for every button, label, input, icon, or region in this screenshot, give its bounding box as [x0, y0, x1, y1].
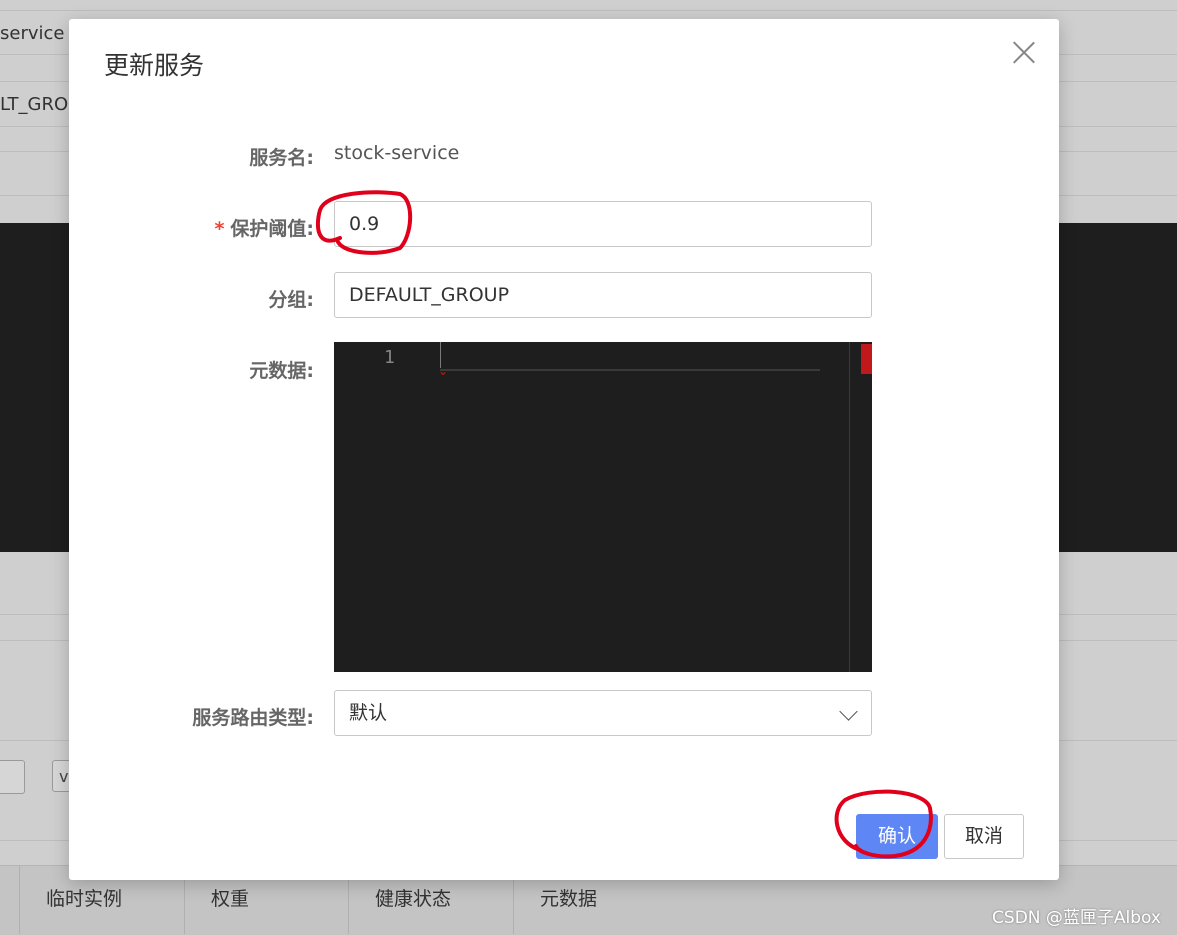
update-service-dialog: 更新服务 服务名: stock-service * 保护阈值: 0.9 分组: D…	[69, 19, 1059, 880]
dialog-title: 更新服务	[104, 51, 205, 80]
route-type-select[interactable]: 默认	[334, 690, 872, 736]
metadata-label: 元数据:	[249, 360, 314, 382]
bg-group-text: LT_GRO	[0, 94, 69, 115]
required-mark: *	[214, 218, 225, 240]
bg-input	[0, 760, 25, 794]
route-type-label: 服务路由类型:	[192, 707, 314, 729]
metadata-code-editor[interactable]: 1 ⌄	[334, 342, 872, 672]
close-icon[interactable]	[1011, 39, 1037, 65]
error-marker	[861, 344, 872, 374]
bg-service-text: service	[0, 23, 65, 44]
service-name-value: stock-service	[334, 142, 460, 164]
watermark: CSDN @蓝匣子Albox	[992, 908, 1161, 928]
threshold-label: * 保护阈值:	[214, 214, 314, 241]
current-line-highlight	[440, 369, 820, 371]
confirm-button[interactable]: 确认	[856, 814, 938, 859]
error-squiggle-icon: ⌄	[438, 364, 449, 378]
route-type-value: 默认	[349, 702, 388, 724]
threshold-label-text: 保护阈值:	[230, 218, 314, 240]
line-number: 1	[384, 347, 395, 368]
group-input[interactable]: DEFAULT_GROUP	[334, 272, 872, 318]
cancel-button[interactable]: 取消	[944, 814, 1024, 859]
editor-scrollbar[interactable]	[849, 342, 850, 672]
chevron-down-icon	[839, 702, 858, 721]
service-name-label: 服务名:	[249, 147, 314, 169]
group-label: 分组:	[268, 289, 314, 311]
threshold-input[interactable]: 0.9	[334, 201, 872, 247]
